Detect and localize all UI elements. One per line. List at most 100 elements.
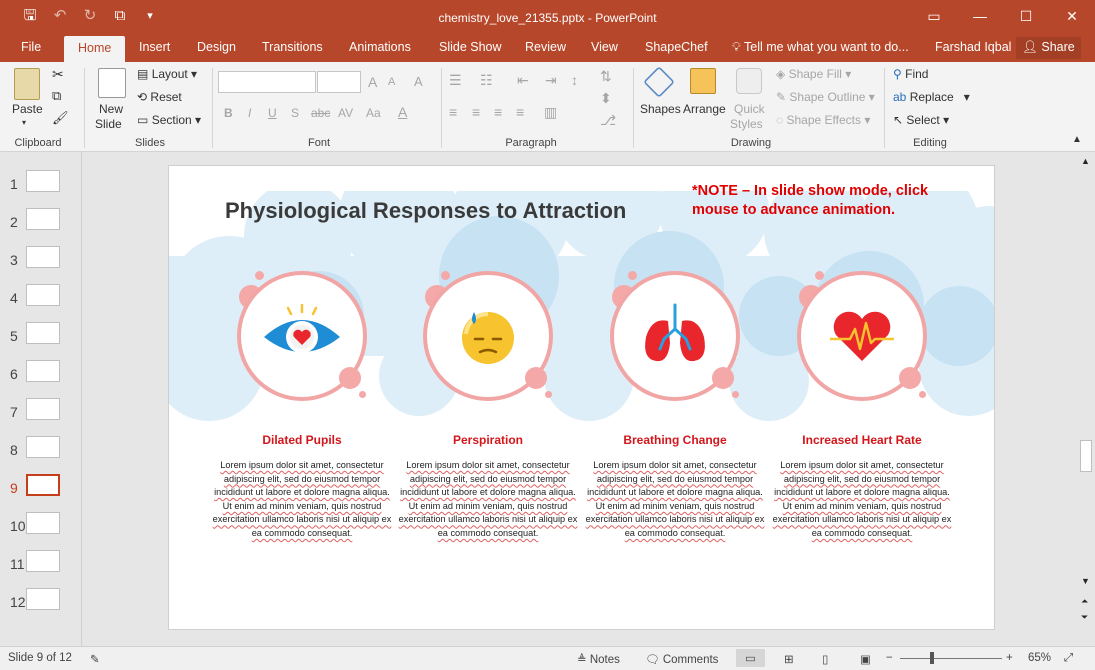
section-button[interactable]: ▭ Section ▾ (137, 113, 201, 127)
scroll-down-icon[interactable]: ▼ (1081, 576, 1090, 586)
tab-transitions[interactable]: Transitions (262, 40, 323, 54)
character-spacing-button[interactable]: AV (338, 106, 353, 120)
slide-canvas[interactable]: Physiological Responses to Attraction *N… (168, 165, 995, 630)
clear-formatting-icon[interactable]: A (414, 74, 423, 89)
slide-thumbnail[interactable]: 3 (0, 246, 82, 276)
shapes-icon[interactable] (643, 66, 675, 98)
italic-button[interactable]: I (248, 106, 251, 120)
ribbon-display-icon[interactable]: ▭ (911, 0, 957, 32)
font-size-input[interactable] (317, 71, 361, 93)
change-case-button[interactable]: Aa (366, 106, 381, 120)
paste-dropdown-icon[interactable]: ▾ (22, 118, 26, 127)
previous-slide-icon[interactable]: ⏶ (1081, 596, 1088, 607)
slide-show-icon[interactable]: ▣ (860, 652, 871, 666)
tab-home[interactable]: Home (64, 36, 126, 62)
tab-design[interactable]: Design (197, 40, 236, 54)
slide-sorter-icon[interactable]: ⊞ (784, 652, 794, 666)
grow-font-icon[interactable]: A (368, 74, 377, 90)
align-text-icon[interactable]: ⬍ (600, 90, 612, 107)
bold-button[interactable]: B (224, 106, 233, 120)
columns-icon[interactable]: ▥ (544, 104, 557, 121)
spelling-check-icon[interactable]: ✎ (90, 652, 100, 666)
reading-view-icon[interactable]: ▯ (822, 652, 828, 666)
normal-view-icon[interactable]: ▭ (736, 649, 765, 667)
tab-insert[interactable]: Insert (139, 40, 170, 54)
slide-title[interactable]: Physiological Responses to Attraction (225, 198, 626, 224)
slide-thumbnail[interactable]: 6 (0, 360, 82, 390)
close-icon[interactable]: ✕ (1049, 0, 1095, 32)
tab-shapechef[interactable]: ShapeChef (645, 40, 708, 54)
next-slide-icon[interactable]: ⏷ (1081, 612, 1088, 623)
slide-thumbnail[interactable]: 2 (0, 208, 82, 238)
strikethrough-button[interactable]: abc (311, 106, 330, 120)
slide-thumbnail[interactable]: 1 (0, 170, 82, 200)
shape-outline-button[interactable]: ✎ Shape Outline ▾ (776, 90, 875, 104)
scroll-thumb[interactable] (1080, 440, 1092, 472)
reset-button[interactable]: ⟲ Reset (137, 90, 182, 104)
shadow-button[interactable]: S (291, 106, 299, 120)
paste-button[interactable]: Paste (12, 102, 43, 116)
shape-fill-button[interactable]: ◈ Shape Fill ▾ (776, 67, 851, 81)
new-slide-button[interactable]: New (99, 102, 123, 116)
fit-to-window-icon[interactable]: ⤢ (1064, 652, 1073, 665)
align-center-icon[interactable]: ≡ (472, 104, 480, 120)
vertical-scrollbar[interactable]: ▲ ▼ ⏶ ⏷ (1078, 152, 1095, 646)
align-right-icon[interactable]: ≡ (494, 104, 502, 120)
arrange-button[interactable]: Arrange (683, 102, 726, 116)
zoom-slider[interactable] (900, 658, 1002, 659)
layout-button[interactable]: ▤ Layout ▾ (137, 67, 197, 81)
tab-slide-show[interactable]: Slide Show (439, 40, 502, 54)
font-name-input[interactable] (218, 71, 316, 93)
arrange-icon[interactable] (690, 68, 716, 94)
cut-icon[interactable]: ✂ (52, 66, 64, 83)
text-direction-icon[interactable]: ⇅ (600, 68, 612, 85)
slide-thumbnail[interactable]: 10 (0, 512, 82, 542)
zoom-slider-thumb[interactable] (930, 652, 934, 664)
quick-styles-button-line2[interactable]: Styles (730, 117, 763, 131)
user-name[interactable]: Farshad Iqbal (935, 40, 1011, 54)
paste-icon[interactable] (14, 68, 40, 100)
slide-thumbnail[interactable]: 7 (0, 398, 82, 428)
align-left-icon[interactable]: ≡ (449, 104, 457, 120)
tab-review[interactable]: Review (525, 40, 566, 54)
slide-thumbnail[interactable]: 8 (0, 436, 82, 466)
tell-me-search[interactable]: 💡︎ Tell me what you want to do... (732, 40, 909, 55)
bullets-icon[interactable]: ☰ (449, 72, 462, 89)
new-slide-button-line2[interactable]: Slide (95, 117, 122, 131)
slide-thumbnail[interactable]: 5 (0, 322, 82, 352)
smartart-icon[interactable]: ⎇ (600, 112, 616, 129)
minimize-icon[interactable]: — (957, 0, 1003, 32)
numbering-icon[interactable]: ☷ (480, 72, 493, 89)
underline-button[interactable]: U (268, 106, 277, 120)
find-button[interactable]: ⚲ Find (893, 67, 928, 81)
zoom-in-button[interactable]: + (1006, 652, 1013, 664)
select-button[interactable]: ↖ Select ▾ (893, 113, 949, 127)
collapse-ribbon-icon[interactable]: ▲ (1072, 134, 1082, 145)
shrink-font-icon[interactable]: A (388, 76, 395, 88)
scroll-up-icon[interactable]: ▲ (1081, 156, 1090, 166)
shapes-button[interactable]: Shapes (640, 102, 681, 116)
zoom-out-button[interactable]: − (886, 652, 893, 664)
tab-view[interactable]: View (591, 40, 618, 54)
decrease-indent-icon[interactable]: ⇤ (517, 72, 529, 89)
quick-styles-button[interactable]: Quick (734, 102, 765, 116)
line-spacing-icon[interactable]: ↕ (571, 72, 578, 88)
quick-styles-icon[interactable] (736, 68, 762, 94)
slide-thumbnail[interactable]: 9 (0, 474, 82, 504)
increase-indent-icon[interactable]: ⇥ (545, 72, 557, 89)
tab-file[interactable]: File (21, 40, 41, 54)
shape-effects-button[interactable]: ◌ Shape Effects ▾ (776, 113, 870, 127)
maximize-icon[interactable]: ☐ (1003, 0, 1049, 32)
slide-note[interactable]: *NOTE – In slide show mode, click mouse … (692, 182, 972, 220)
slide-thumbnail[interactable]: 4 (0, 284, 82, 314)
justify-icon[interactable]: ≡ (516, 104, 524, 120)
share-button[interactable]: 👤︎ Share (1016, 37, 1081, 59)
zoom-level[interactable]: 65% (1028, 652, 1051, 664)
new-slide-icon[interactable] (98, 68, 126, 98)
copy-icon[interactable]: ⧉ (52, 88, 61, 104)
font-color-icon[interactable]: A (398, 104, 407, 120)
slide-thumbnail[interactable]: 12 (0, 588, 82, 618)
notes-button[interactable]: ≜ Notes (577, 652, 620, 666)
slide-thumbnail[interactable]: 11 (0, 550, 82, 580)
tab-animations[interactable]: Animations (349, 40, 411, 54)
